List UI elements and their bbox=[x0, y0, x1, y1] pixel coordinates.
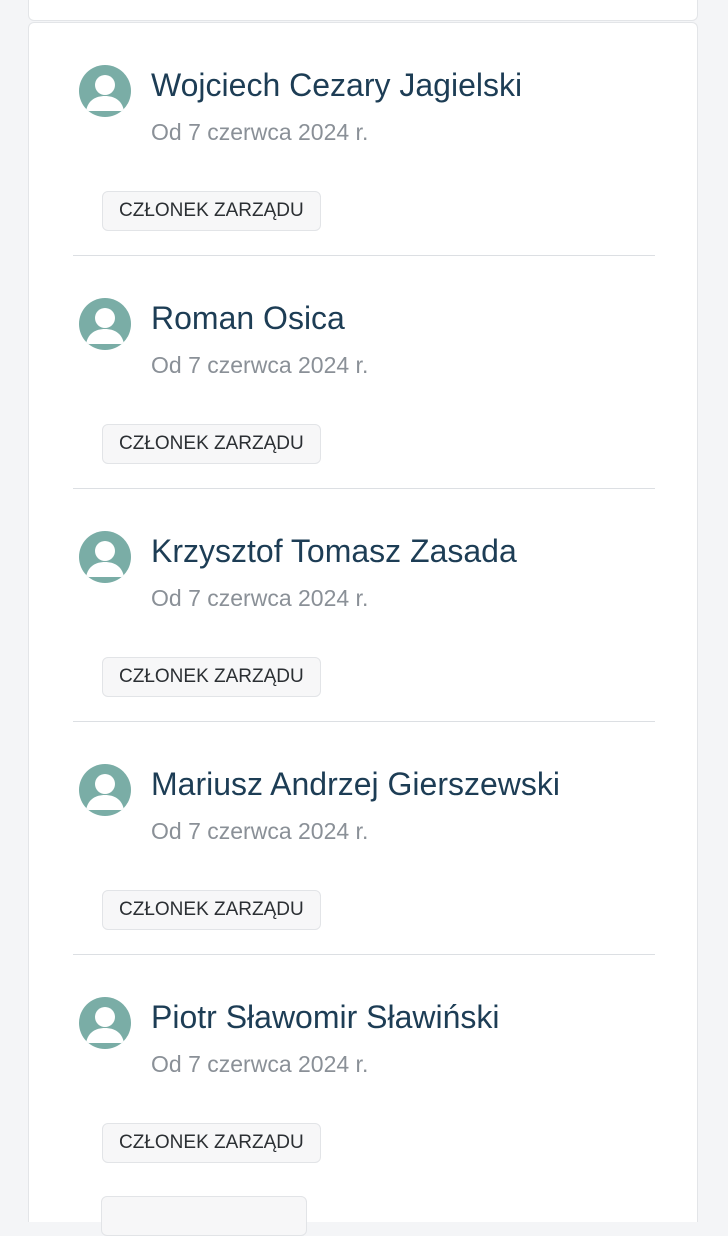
user-avatar-icon bbox=[79, 65, 131, 117]
member-since: Od 7 czerwca 2024 r. bbox=[151, 119, 369, 145]
role-badge: CZŁONEK ZARZĄDU bbox=[102, 890, 321, 930]
role-badge: CZŁONEK ZARZĄDU bbox=[102, 191, 321, 231]
member-name[interactable]: Piotr Sławomir Sławiński bbox=[151, 997, 500, 1037]
list-item: Wojciech Cezary Jagielski Od 7 czerwca 2… bbox=[73, 23, 655, 256]
list-item: Krzysztof Tomasz Zasada Od 7 czerwca 202… bbox=[73, 489, 655, 722]
member-since: Od 7 czerwca 2024 r. bbox=[151, 352, 369, 378]
member-name[interactable]: Mariusz Andrzej Gierszewski bbox=[151, 764, 560, 804]
list-item: Mariusz Andrzej Gierszewski Od 7 czerwca… bbox=[73, 722, 655, 955]
list-item: Roman Osica Od 7 czerwca 2024 r. CZŁONEK… bbox=[73, 256, 655, 489]
member-since: Od 7 czerwca 2024 r. bbox=[151, 1051, 369, 1077]
role-badge: CZŁONEK ZARZĄDU bbox=[102, 1123, 321, 1163]
user-avatar-icon bbox=[79, 531, 131, 583]
member-name[interactable]: Wojciech Cezary Jagielski bbox=[151, 65, 522, 105]
member-since: Od 7 czerwca 2024 r. bbox=[151, 585, 369, 611]
member-name[interactable]: Krzysztof Tomasz Zasada bbox=[151, 531, 517, 571]
user-avatar-icon bbox=[79, 764, 131, 816]
role-badge-cutoff bbox=[101, 1196, 307, 1236]
role-badge: CZŁONEK ZARZĄDU bbox=[102, 657, 321, 697]
role-badge: CZŁONEK ZARZĄDU bbox=[102, 424, 321, 464]
list-item: Piotr Sławomir Sławiński Od 7 czerwca 20… bbox=[73, 955, 655, 1188]
board-members-card: Wojciech Cezary Jagielski Od 7 czerwca 2… bbox=[28, 22, 698, 1222]
user-avatar-icon bbox=[79, 997, 131, 1049]
user-avatar-icon bbox=[79, 298, 131, 350]
member-name[interactable]: Roman Osica bbox=[151, 298, 345, 338]
previous-card bbox=[28, 0, 698, 21]
member-since: Od 7 czerwca 2024 r. bbox=[151, 818, 369, 844]
